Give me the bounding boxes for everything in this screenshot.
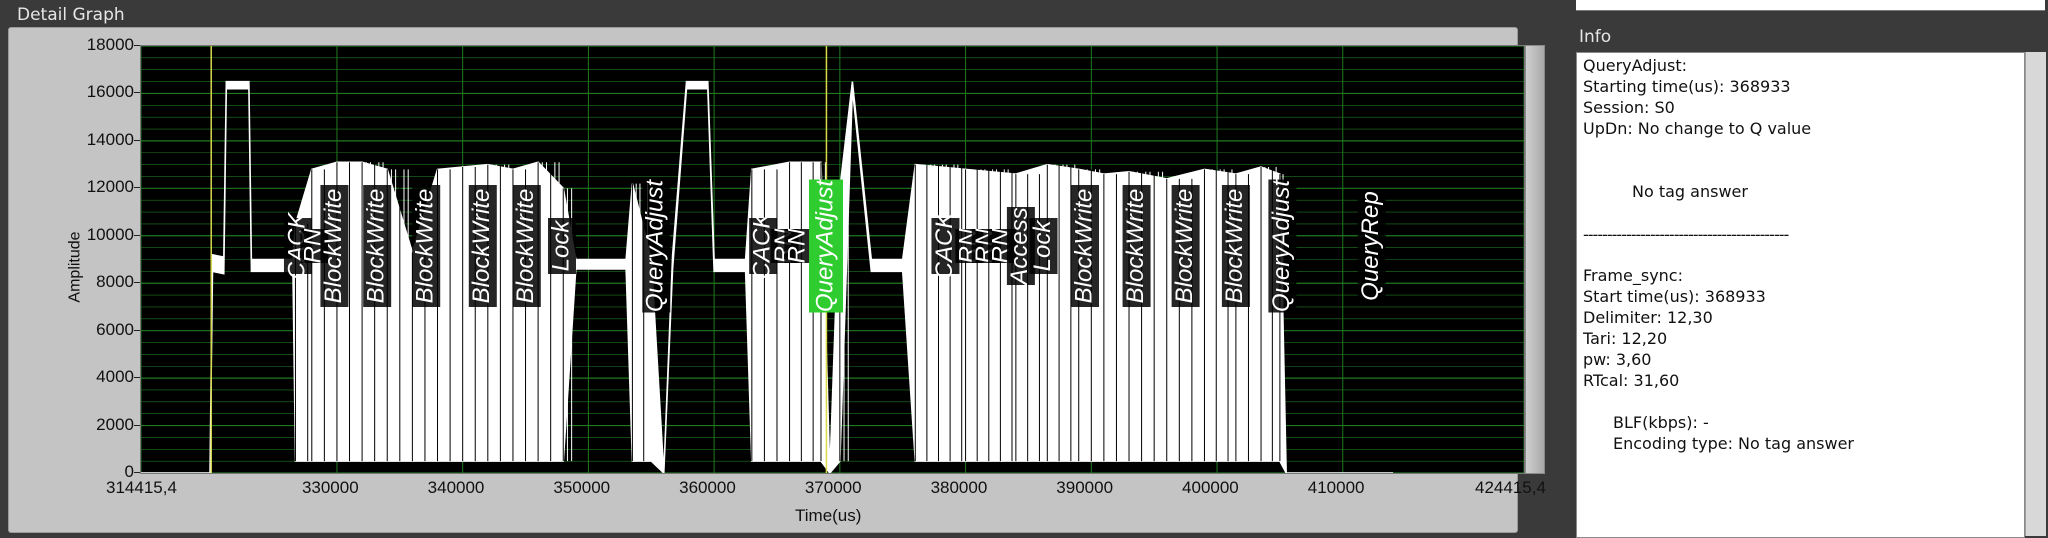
info-line: Starting time(us): 368933 (1583, 77, 1791, 96)
info-line: No tag answer (1632, 182, 1748, 201)
y-tick-label: 10000 (86, 224, 134, 244)
info-line: BLF(kbps): - (1613, 413, 1709, 432)
y-tick-mark (134, 424, 140, 426)
y-tick-mark (134, 187, 140, 189)
annotation-label: BlockWrite (512, 189, 539, 304)
y-tick-mark (134, 329, 140, 331)
info-line: pw: 3,60 (1583, 350, 1652, 369)
y-tick-label: 2000 (96, 414, 134, 434)
x-tick-label: 350000 (553, 478, 611, 497)
info-line: QueryAdjust: (1583, 56, 1688, 75)
info-vertical-scrollbar[interactable] (2025, 52, 2046, 536)
annotation-label: BlockWrite (1122, 189, 1149, 304)
annotation-label: BlockWrite (363, 189, 390, 304)
x-tick-label: 390000 (1056, 478, 1114, 497)
annotation-label: BlockWrite (1070, 189, 1097, 304)
info-line: Delimiter: 12,30 (1583, 308, 1713, 327)
annotation-label: BlockWrite (320, 189, 347, 304)
x-tick-label: 400000 (1182, 478, 1239, 497)
y-tick-label: 4000 (96, 367, 134, 387)
x-tick-label: 370000 (804, 478, 862, 497)
top-panel-strip (1576, 0, 2045, 11)
info-text-panel[interactable]: QueryAdjust: Starting time(us): 368933 S… (1576, 52, 2025, 538)
x-axis-label: Time(us) (795, 506, 862, 525)
plot-area[interactable]: CACK RN BlockWrite BlockWrite BlockWrite Bloc… (140, 45, 1525, 474)
y-tick-label: 6000 (96, 319, 134, 339)
y-tick-mark (134, 282, 140, 284)
annotation-label: BlockWrite (468, 189, 495, 304)
annotation-label: Lock (547, 219, 574, 272)
info-panel-title: Info (1579, 27, 1612, 47)
y-tick-label: 14000 (86, 129, 134, 149)
y-tick-label: 8000 (96, 272, 134, 292)
x-tick-label: 380000 (930, 478, 988, 497)
detail-graph-title: Detail Graph (17, 5, 125, 25)
info-separator: ----------------------------------------… (1583, 225, 1789, 244)
annotation-label: QueryAdjust (811, 179, 838, 312)
x-tick-label: 314415,4 (106, 478, 177, 497)
x-tick-label: 360000 (679, 478, 736, 497)
annotation-label: QueryAdjust (642, 179, 669, 312)
info-line: RTcal: 31,60 (1583, 371, 1680, 390)
y-tick-label: 12000 (86, 177, 134, 197)
info-line: Session: S0 (1583, 98, 1675, 117)
y-tick-mark (134, 472, 140, 473)
annotation-label: QueryRep (1357, 191, 1384, 300)
info-line: Frame_sync: (1583, 266, 1683, 285)
waveform-chart[interactable]: CACKRNBlockWrite BlockWrite BlockWrite Bloc… (141, 46, 1524, 473)
graph-vertical-scrollbar[interactable] (1525, 45, 1545, 474)
info-line: Encoding type: No tag answer (1613, 434, 1854, 453)
y-tick-mark (134, 377, 140, 379)
annotation-label: BlockWrite (1221, 189, 1248, 304)
y-tick-mark (134, 234, 140, 236)
annotation-label: QueryAdjust (1268, 179, 1295, 312)
info-line: UpDn: No change to Q value (1583, 119, 1812, 138)
info-line: Tari: 12,20 (1583, 329, 1668, 348)
annotation-label: RN (784, 228, 811, 263)
y-tick-mark (134, 92, 140, 94)
annotation-label: BlockWrite (412, 189, 439, 304)
x-tick-label: 340000 (427, 478, 485, 497)
annotation-label: Lock (1029, 219, 1056, 272)
annotation-label: BlockWrite (1171, 189, 1198, 304)
x-tick-label: 424415,4 (1475, 478, 1546, 497)
x-tick-label: 330000 (301, 478, 359, 497)
x-tick-label: 410000 (1307, 478, 1365, 497)
y-tick-label: 18000 (86, 35, 134, 54)
y-tick-label: 16000 (86, 82, 134, 102)
y-tick-mark (134, 139, 140, 141)
y-tick-mark (134, 45, 140, 46)
info-line: Start time(us): 368933 (1583, 287, 1766, 306)
